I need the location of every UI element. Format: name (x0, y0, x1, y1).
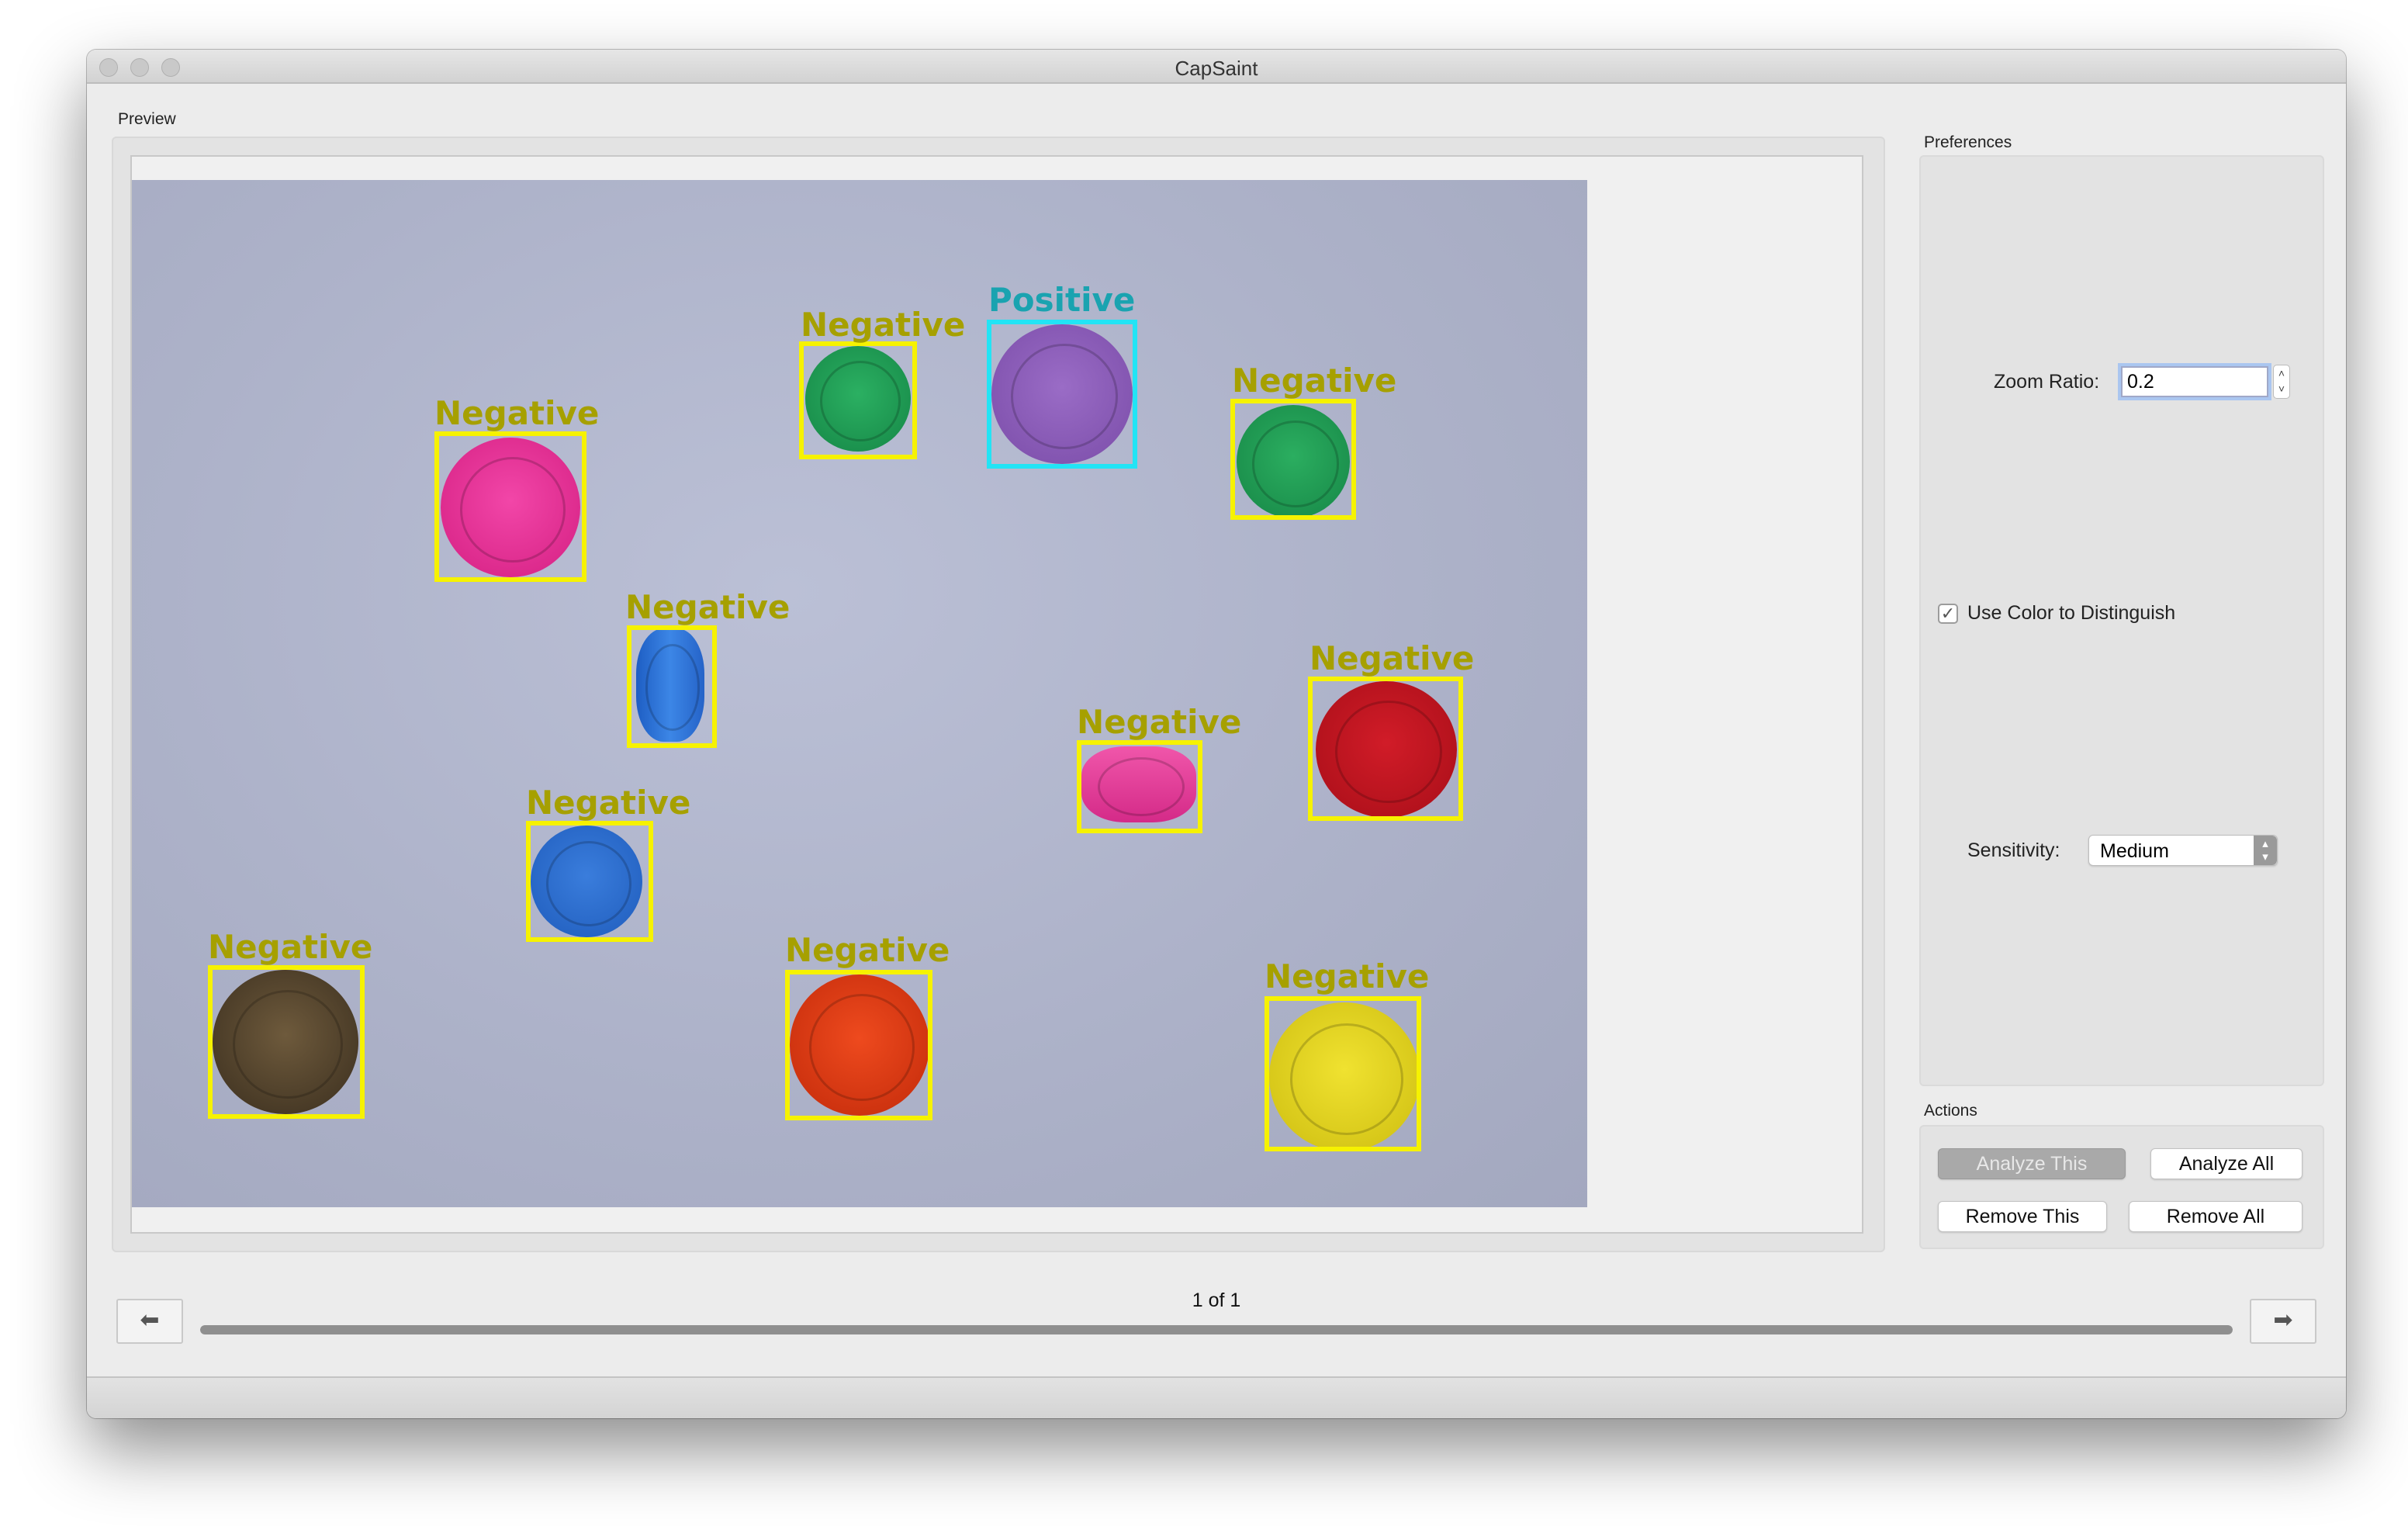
preview-group-label: Preview (118, 110, 176, 128)
detection-label: Negative (208, 928, 373, 966)
detection-label: Negative (526, 784, 691, 822)
detection-box[interactable] (1230, 399, 1356, 520)
detection-box[interactable] (627, 625, 717, 748)
chevron-up-icon[interactable]: ˄ (2278, 367, 2285, 379)
detection-box[interactable] (526, 821, 653, 942)
detection-label: Negative (434, 394, 600, 432)
sensitivity-label: Sensitivity: (1967, 839, 2060, 861)
analyze-this-button[interactable]: Analyze This (1938, 1148, 2126, 1179)
zoom-ratio-label: Zoom Ratio: (1994, 371, 2100, 393)
page-indicator: 1 of 1 (1192, 1289, 1241, 1311)
sensitivity-value: Medium (2100, 840, 2169, 862)
analyze-all-button[interactable]: Analyze All (2150, 1148, 2302, 1179)
zoom-ratio-input[interactable] (2121, 366, 2268, 397)
remove-all-button[interactable]: Remove All (2129, 1201, 2302, 1232)
detection-box-positive[interactable] (987, 320, 1137, 469)
window-title: CapSaint (1175, 57, 1258, 80)
detection-label: Negative (801, 306, 966, 344)
up-down-chevron-icon: ▴ ▾ (2254, 836, 2277, 865)
detection-label: Negative (1077, 703, 1242, 741)
detection-label: Negative (1265, 957, 1430, 995)
detection-box[interactable] (1265, 996, 1421, 1151)
detection-box[interactable] (1308, 677, 1463, 821)
next-page-button[interactable]: ➡ (2250, 1299, 2316, 1344)
chevron-down-icon[interactable]: ˅ (2278, 382, 2285, 395)
detection-box[interactable] (434, 431, 586, 582)
use-color-label[interactable]: Use Color to Distinguish (1967, 602, 2175, 625)
detection-label: Negative (625, 588, 791, 626)
remove-this-button[interactable]: Remove This (1938, 1201, 2107, 1232)
detection-box[interactable] (799, 341, 917, 459)
bottom-bar (87, 1376, 2346, 1418)
detection-label-positive: Positive (988, 281, 1136, 319)
arrow-right-icon: ➡ (2273, 1307, 2293, 1333)
detection-box[interactable] (208, 965, 365, 1119)
detection-label: Negative (1310, 639, 1475, 677)
detection-box[interactable] (1077, 740, 1202, 833)
title-bar[interactable]: CapSaint (87, 50, 2346, 84)
page-progress-fill (200, 1325, 2233, 1334)
zoom-ratio-stepper[interactable]: ˄ ˅ (2273, 365, 2290, 399)
preferences-group-label: Preferences (1924, 133, 2012, 151)
preview-image: Negative Negative Positive Negative Nega… (132, 180, 1587, 1207)
checkmark-icon: ✓ (1940, 604, 1956, 623)
page-progress-bar[interactable] (200, 1325, 2233, 1334)
detection-box[interactable] (785, 970, 932, 1120)
use-color-checkbox[interactable]: ✓ (1938, 604, 1958, 624)
sensitivity-select[interactable]: Medium ▴ ▾ (2088, 835, 2278, 866)
app-window: CapSaint Preview Negative Negative Posit… (87, 50, 2346, 1418)
detection-label: Negative (1232, 362, 1397, 400)
actions-group-label: Actions (1924, 1102, 1977, 1120)
detection-label: Negative (785, 931, 950, 969)
